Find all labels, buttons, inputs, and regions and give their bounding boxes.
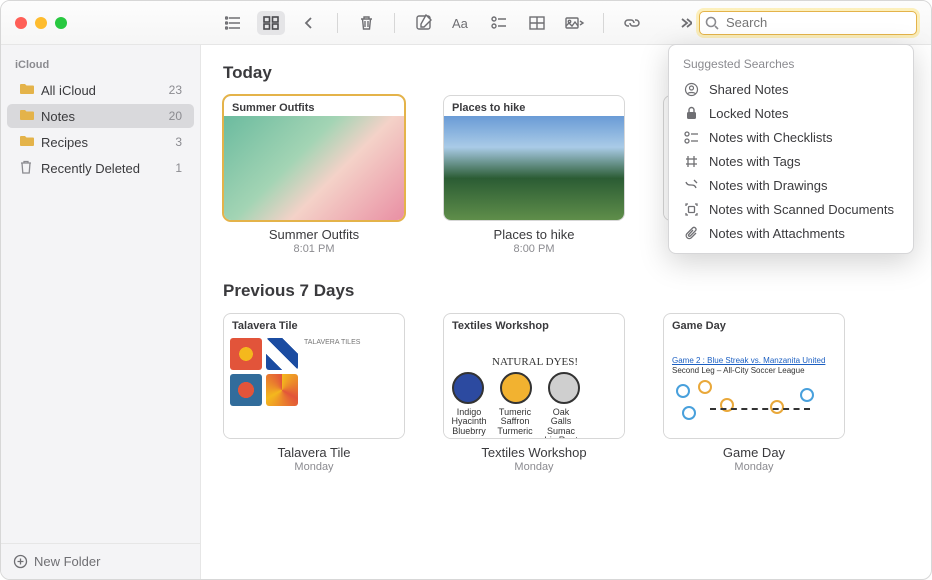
note-thumb-title: Summer Outfits: [232, 102, 315, 114]
sidebar-section-label: iCloud: [1, 45, 200, 77]
search-icon: [705, 16, 719, 30]
note-time: Monday: [663, 461, 845, 473]
note-thumb-title: Game Day: [672, 320, 726, 332]
note-title: Talavera Tile: [223, 445, 405, 460]
plus-circle-icon: [13, 554, 28, 569]
note-thumbnail[interactable]: Places to hike: [443, 95, 625, 221]
sidebar-item-recipes[interactable]: Recipes 3: [7, 130, 194, 154]
checklist-icon: [683, 129, 699, 145]
note-title: Game Day: [663, 445, 845, 460]
media-button[interactable]: [561, 11, 589, 35]
folder-icon: [19, 82, 35, 98]
note-title: Textiles Workshop: [443, 445, 625, 460]
popover-header: Suggested Searches: [669, 53, 913, 77]
scan-icon: [683, 201, 699, 217]
checklist-button[interactable]: [485, 11, 513, 35]
link-button[interactable]: [618, 11, 646, 35]
note-body-text: TALAVERA TILES: [304, 338, 360, 438]
suggested-search-tags[interactable]: Notes with Tags: [669, 149, 913, 173]
person-circle-icon: [683, 81, 699, 97]
close-window-button[interactable]: [15, 17, 27, 29]
sidebar-item-label: Recipes: [41, 135, 88, 150]
minimize-window-button[interactable]: [35, 17, 47, 29]
note-card[interactable]: Talavera Tile TALAVERA TILES Talavera Ti…: [223, 313, 405, 473]
suggested-search-shared[interactable]: Shared Notes: [669, 77, 913, 101]
suggested-searches-popover: Suggested Searches Shared Notes Locked N…: [668, 44, 914, 254]
new-folder-label: New Folder: [34, 554, 100, 569]
folder-icon: [19, 134, 35, 150]
note-thumbnail[interactable]: Talavera Tile TALAVERA TILES: [223, 313, 405, 439]
sidebar-item-count: 1: [175, 161, 182, 175]
tag-icon: [683, 153, 699, 169]
suggested-search-scanned[interactable]: Notes with Scanned Documents: [669, 197, 913, 221]
note-thumb-title: Textiles Workshop: [452, 320, 549, 332]
note-card[interactable]: Places to hike Places to hike 8:00 PM: [443, 95, 625, 255]
sidebar-item-label: All iCloud: [41, 83, 96, 98]
section-title: Previous 7 Days: [223, 281, 909, 301]
pencil-icon: [683, 177, 699, 193]
suggested-search-checklists[interactable]: Notes with Checklists: [669, 125, 913, 149]
note-thumb-title: Talavera Tile: [232, 320, 298, 332]
sidebar-item-label: Recently Deleted: [41, 161, 140, 176]
note-thumbnail[interactable]: Game Day Game 2 : Blue Streak vs. Manzan…: [663, 313, 845, 439]
table-button[interactable]: [523, 11, 551, 35]
lock-icon: [683, 105, 699, 121]
note-time: 8:00 PM: [443, 243, 625, 255]
sidebar-item-recently-deleted[interactable]: Recently Deleted 1: [7, 156, 194, 180]
delete-button[interactable]: [352, 11, 380, 35]
paperclip-icon: [683, 225, 699, 241]
suggested-search-drawings[interactable]: Notes with Drawings: [669, 173, 913, 197]
overflow-button[interactable]: [671, 11, 699, 35]
toolbar: Aa: [1, 1, 931, 45]
svg-text:Aa: Aa: [452, 16, 469, 30]
sidebar-item-all-icloud[interactable]: All iCloud 23: [7, 78, 194, 102]
list-view-button[interactable]: [219, 11, 247, 35]
note-thumbnail[interactable]: Summer Outfits: [223, 95, 405, 221]
new-note-button[interactable]: [409, 11, 437, 35]
sidebar-item-count: 3: [175, 135, 182, 149]
new-folder-button[interactable]: New Folder: [1, 543, 200, 579]
search-input[interactable]: [699, 11, 917, 35]
sidebar-item-count: 23: [169, 83, 182, 97]
back-button[interactable]: [295, 11, 323, 35]
sidebar-item-notes[interactable]: Notes 20: [7, 104, 194, 128]
trash-icon: [19, 160, 35, 176]
sidebar-item-label: Notes: [41, 109, 75, 124]
zoom-window-button[interactable]: [55, 17, 67, 29]
suggested-search-attachments[interactable]: Notes with Attachments: [669, 221, 913, 245]
note-card[interactable]: Textiles Workshop NATURAL DYES! Indigo H…: [443, 313, 625, 473]
note-time: Monday: [443, 461, 625, 473]
grid-view-button[interactable]: [257, 11, 285, 35]
note-title: Places to hike: [443, 227, 625, 242]
note-card[interactable]: Game Day Game 2 : Blue Streak vs. Manzan…: [663, 313, 845, 473]
sidebar: iCloud All iCloud 23 Notes 20 Recipes 3 …: [1, 45, 201, 579]
note-thumb-title: Places to hike: [452, 102, 525, 114]
format-button[interactable]: Aa: [447, 11, 475, 35]
folder-icon: [19, 108, 35, 124]
window-controls: [15, 17, 67, 29]
notes-app-window: Aa iCloud: [0, 0, 932, 580]
note-card[interactable]: Summer Outfits Summer Outfits 8:01 PM: [223, 95, 405, 255]
suggested-search-locked[interactable]: Locked Notes: [669, 101, 913, 125]
note-title: Summer Outfits: [223, 227, 405, 242]
note-thumbnail[interactable]: Textiles Workshop NATURAL DYES! Indigo H…: [443, 313, 625, 439]
note-heading: NATURAL DYES!: [492, 356, 578, 368]
note-time: 8:01 PM: [223, 243, 405, 255]
sidebar-item-count: 20: [169, 109, 182, 123]
note-time: Monday: [223, 461, 405, 473]
